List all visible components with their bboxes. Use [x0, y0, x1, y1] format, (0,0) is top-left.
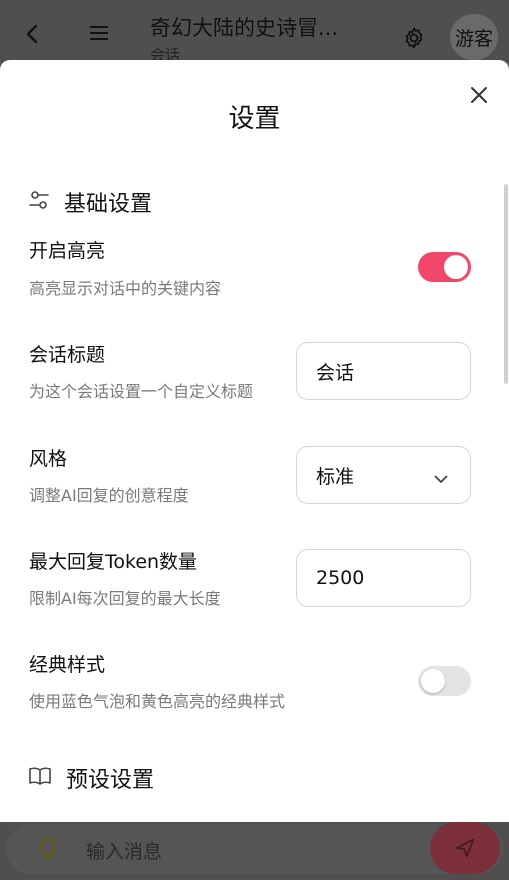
chat-title: 奇幻大陆的史诗冒... — [150, 16, 339, 40]
close-icon — [471, 87, 487, 103]
sliders-icon — [28, 189, 50, 215]
style-label: 风格 — [29, 448, 68, 470]
section-title: 基础设置 — [64, 192, 153, 217]
chevron-down-icon — [434, 467, 448, 489]
back-icon[interactable] — [26, 24, 38, 50]
modal-title: 设置 — [228, 104, 281, 134]
basic-settings-header: 基础设置 — [28, 186, 152, 218]
classic-style-toggle[interactable] — [418, 666, 471, 696]
classic-style-label: 经典样式 — [29, 654, 106, 676]
send-button[interactable] — [430, 822, 500, 874]
book-icon — [28, 765, 52, 791]
max-tokens-desc: 限制AI每次回复的最大长度 — [29, 589, 221, 608]
preset-settings-header: 预设设置 — [28, 762, 154, 794]
gear-icon[interactable] — [402, 26, 426, 54]
close-button[interactable] — [468, 84, 490, 106]
max-tokens-input[interactable]: 2500 — [296, 549, 471, 607]
max-tokens-label: 最大回复Token数量 — [29, 551, 198, 573]
send-icon — [455, 838, 475, 858]
session-title-input[interactable]: 会话 — [296, 342, 471, 400]
session-title-desc: 为这个会话设置一个自定义标题 — [29, 382, 254, 401]
composer-bar: 输入消息 — [0, 822, 509, 880]
message-placeholder: 输入消息 — [86, 841, 163, 863]
highlight-desc: 高亮显示对话中的关键内容 — [29, 279, 222, 298]
highlight-toggle[interactable] — [418, 252, 471, 282]
style-selected-value: 标准 — [316, 465, 355, 488]
settings-modal: 设置 基础设置 开启高亮 高亮显示对话中的关键内容 会话标题 为这个会话设置一个… — [0, 60, 509, 822]
message-input[interactable]: 输入消息 — [6, 822, 503, 874]
highlight-label: 开启高亮 — [29, 240, 106, 262]
app-header: 奇幻大陆的史诗冒... 会话 游客 — [0, 0, 509, 64]
menu-icon[interactable] — [90, 26, 108, 40]
classic-style-desc: 使用蓝色气泡和黄色高亮的经典样式 — [29, 692, 286, 711]
style-select[interactable]: 标准 — [296, 446, 471, 504]
scrollbar[interactable] — [504, 184, 508, 384]
guest-avatar[interactable]: 游客 — [450, 14, 498, 60]
style-desc: 调整AI回复的创意程度 — [29, 486, 189, 505]
session-title-label: 会话标题 — [29, 344, 106, 366]
section-title: 预设设置 — [66, 768, 155, 793]
lightbulb-icon[interactable] — [39, 837, 57, 866]
